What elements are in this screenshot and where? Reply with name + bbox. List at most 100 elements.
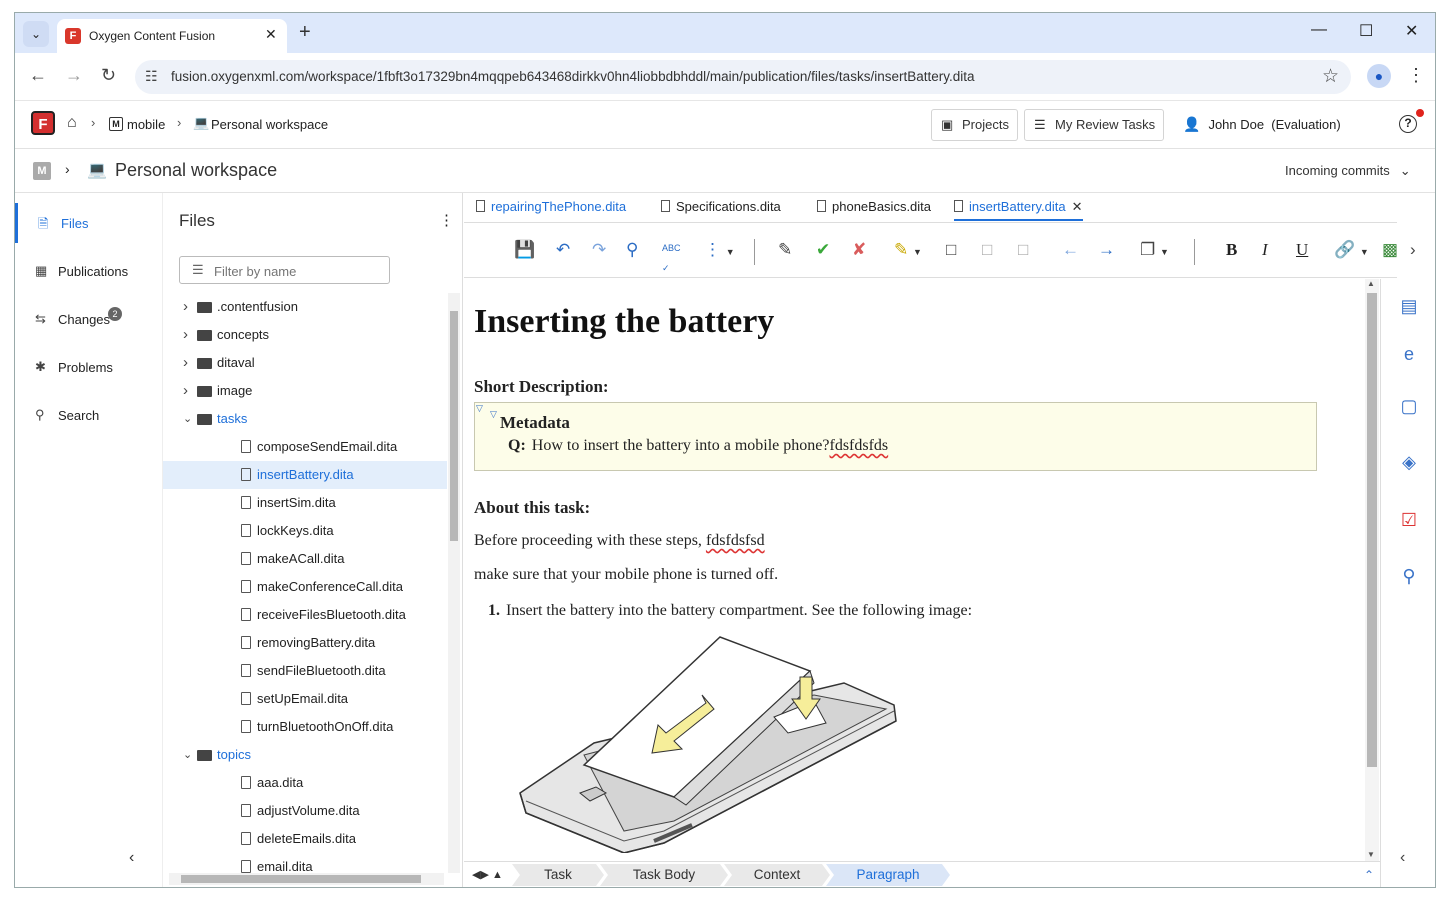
tree-file[interactable]: deleteEmails.dita [163,825,447,853]
scroll-thumb[interactable] [1367,293,1377,767]
fusion-logo-icon[interactable]: F [31,111,55,135]
tree-folder[interactable]: › .contentfusion [163,293,447,321]
tree-file[interactable]: removingBattery.dita [163,629,447,657]
close-tab-icon[interactable]: ✕ [265,26,277,43]
reject-icon[interactable]: ✘ [852,240,866,260]
close-tab-icon[interactable]: ✕ [1072,199,1083,214]
help-icon[interactable]: ? [1399,115,1417,133]
tree-file[interactable]: receiveFilesBluetooth.dita [163,601,447,629]
site-info-icon[interactable]: ☷ [145,68,158,85]
tree-file[interactable]: turnBluetoothOnOff.dita [163,713,447,741]
maximize-icon[interactable]: ☐ [1359,21,1373,41]
collapse-triangle-icon[interactable]: ▽ [490,409,497,420]
incoming-commits-dropdown[interactable]: Incoming commits ⌄ [1285,163,1411,179]
close-window-icon[interactable]: ✕ [1405,21,1418,41]
more-icon[interactable]: ⋮ ▼ [704,240,735,262]
bookmark-star-icon[interactable]: ☆ [1322,65,1339,88]
review-tasks-button[interactable]: ☰ My Review Tasks [1024,109,1165,141]
chevron-right-icon[interactable]: › [183,377,188,405]
element-crumb[interactable]: Context [724,864,830,886]
tree-folder[interactable]: ⌄ tasks [163,405,447,433]
redo-icon[interactable]: ↷ [592,240,606,260]
browser-menu-icon[interactable]: ⋮ [1407,65,1425,86]
breadcrumb-project[interactable]: mobile [127,117,165,132]
home-icon[interactable]: ⌂ [67,114,77,132]
url-text[interactable]: fusion.oxygenxml.com/workspace/1fbft3o17… [171,69,975,84]
tab-repairing-the-phone[interactable]: repairingThePhone.dita [476,199,626,221]
tab-phone-basics[interactable]: phoneBasics.dita [817,199,931,221]
tree-folder[interactable]: › concepts [163,321,447,349]
editor-vertical-scrollbar[interactable]: ▲ ▼ [1365,279,1379,861]
tree-file[interactable]: insertSim.dita [163,489,447,517]
scroll-down-icon[interactable]: ▼ [1367,850,1375,859]
collapse-right-icon[interactable]: ‹ [1400,849,1405,867]
battery-insertion-image[interactable] [514,625,898,853]
remove-comment-icon[interactable]: □ [1018,240,1028,260]
find-icon[interactable]: ⚲ [626,240,638,260]
tree-file[interactable]: setUpEmail.dita [163,685,447,713]
review-icon[interactable]: ☑ [1396,507,1422,533]
step-1[interactable]: 1. Insert the battery into the battery co… [488,602,972,620]
attributes-icon[interactable]: e [1396,341,1422,367]
misspelled-word[interactable]: fdsfdsfds [829,437,888,454]
scroll-thumb[interactable] [450,311,458,541]
underline-icon[interactable]: U [1296,240,1308,260]
collapse-nav-icon[interactable]: ‹ [129,849,134,867]
back-icon[interactable]: ← [29,65,47,86]
tab-specifications[interactable]: Specifications.dita [661,199,781,221]
document-view[interactable]: Inserting the battery Short Description:… [464,279,1364,861]
element-crumb[interactable]: Paragraph [826,864,950,886]
tree-file[interactable]: email.dita [163,853,447,873]
browser-tab[interactable]: F Oxygen Content Fusion ✕ [57,19,287,53]
projects-button[interactable]: ▣ Projects [931,109,1018,141]
user-menu[interactable]: 👤 John Doe (Evaluation) [1183,116,1341,133]
spellcheck-icon[interactable]: ABC ✓ [662,238,681,278]
chevron-right-icon[interactable]: › [183,349,188,377]
doc-title[interactable]: Inserting the battery [474,303,774,341]
element-crumb[interactable]: Task [512,864,604,886]
tree-folder[interactable]: › image [163,377,447,405]
reload-icon[interactable]: ↻ [101,65,116,86]
italic-icon[interactable]: I [1262,240,1268,260]
new-tab-icon[interactable]: + [299,21,311,44]
tree-file[interactable]: makeACall.dita [163,545,447,573]
link-icon[interactable]: 🔗 ▼ [1334,240,1369,262]
tree-horizontal-scrollbar[interactable] [169,873,444,885]
profile-icon[interactable]: ● [1367,64,1391,88]
element-crumb[interactable]: Task Body [600,864,728,886]
misspelled-word[interactable]: fdsfdsfsd [706,532,765,549]
tree-file[interactable]: insertBattery.dita [163,461,447,489]
breadcrumb-workspace[interactable]: Personal workspace [211,117,328,132]
tree-vertical-scrollbar[interactable] [448,293,460,873]
paste-icon[interactable]: ❐ ▼ [1140,240,1169,262]
undo-icon[interactable]: ↶ [556,240,570,260]
metadata-question[interactable]: Q: How to insert the battery into a mobil… [508,437,888,455]
tree-file[interactable]: lockKeys.dita [163,517,447,545]
outline-icon[interactable]: ▤ [1396,293,1422,319]
chevron-down-icon[interactable]: ⌄ [183,405,192,433]
comments-icon[interactable]: ▢ [1396,393,1422,419]
tree-file[interactable]: makeConferenceCall.dita [163,573,447,601]
tree-file[interactable]: aaa.dita [163,769,447,797]
tree-folder[interactable]: ⌄ topics [163,741,447,769]
highlight-icon[interactable]: ✎ ▼ [894,240,922,262]
forward-icon[interactable]: → [65,65,83,86]
track-changes-icon[interactable]: ✎ [778,240,792,260]
context-paragraph-1[interactable]: Before proceeding with these steps, fdsf… [474,532,765,550]
chevron-right-icon[interactable]: › [65,161,70,177]
collapse-triangle-icon[interactable]: ▽ [476,403,483,414]
toolbar-overflow-icon[interactable]: › [1410,240,1416,260]
nav-problems[interactable]: ✱ Problems [15,347,163,387]
metadata-block[interactable]: ▽ ▽ Metadata Q: How to insert the battery… [474,402,1317,471]
previous-icon[interactable]: ← [1062,240,1079,260]
expand-icon[interactable]: ⌃ [1364,868,1374,882]
chevron-down-icon[interactable]: ⌄ [183,741,192,769]
filter-input[interactable] [214,262,384,280]
edit-comment-icon[interactable]: □ [982,240,992,260]
image-icon[interactable]: ▩ [1382,240,1398,260]
breadcrumb-nav-icon[interactable]: ◀▶ ▲ [472,868,503,881]
tree-folder[interactable]: › ditaval [163,349,447,377]
tree-file[interactable]: composeSendEmail.dita [163,433,447,461]
add-comment-icon[interactable]: □ [946,240,956,260]
tree-file[interactable]: sendFileBluetooth.dita [163,657,447,685]
